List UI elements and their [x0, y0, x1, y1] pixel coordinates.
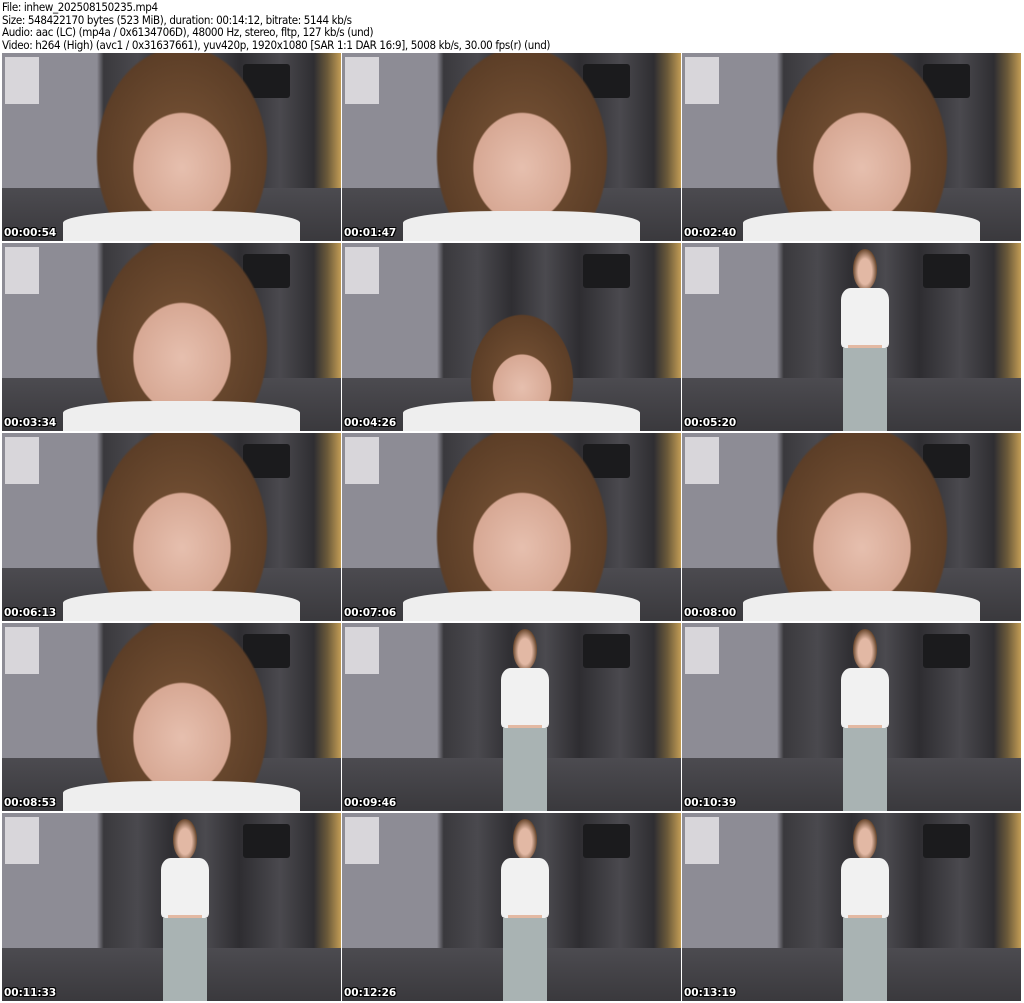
video-thumbnail: 00:04:26 — [342, 243, 681, 431]
wall-art — [5, 816, 40, 864]
timestamp: 00:05:20 — [684, 417, 737, 429]
lamp — [922, 824, 971, 859]
wall-art — [345, 56, 380, 104]
person-figure — [155, 813, 216, 1001]
lamp — [582, 254, 631, 289]
timestamp: 00:00:54 — [4, 227, 57, 239]
lamp — [922, 254, 971, 289]
file-name: File: inhew_202508150235.mp4 — [2, 0, 158, 14]
person-figure — [835, 243, 896, 431]
shirt — [743, 590, 981, 621]
audio-info: Audio: aac (LC) (mp4a / 0x6134706D), 480… — [2, 25, 374, 40]
timestamp: 00:06:13 — [4, 607, 57, 619]
video-thumbnail: 00:00:54 — [2, 53, 341, 241]
video-thumbnail: 00:06:13 — [2, 433, 341, 621]
wall-art — [5, 56, 40, 104]
timestamp: 00:13:19 — [684, 987, 737, 999]
timestamp: 00:09:46 — [344, 797, 397, 809]
wall-art — [5, 436, 40, 484]
video-thumbnail: 00:08:53 — [2, 623, 341, 811]
video-thumbnail: 00:03:34 — [2, 243, 341, 431]
shirt — [403, 210, 641, 241]
video-thumbnail: 00:12:26 — [342, 813, 681, 1001]
thumbnail-grid: 00:00:54 00:01:47 00:02:40 00:03:34 00:04:26… — [2, 53, 1021, 1001]
wall-art — [345, 816, 380, 864]
timestamp: 00:04:26 — [344, 417, 397, 429]
timestamp: 00:02:40 — [684, 227, 737, 239]
wall-art — [685, 626, 720, 674]
shirt — [63, 780, 301, 811]
lamp — [582, 824, 631, 859]
shirt — [63, 590, 301, 621]
video-thumbnail: 00:02:40 — [682, 53, 1021, 241]
wall-art — [685, 816, 720, 864]
lamp — [922, 634, 971, 669]
person-figure — [835, 813, 896, 1001]
lamp — [582, 634, 631, 669]
video-thumbnail: 00:08:00 — [682, 433, 1021, 621]
shirt — [63, 210, 301, 241]
timestamp: 00:11:33 — [4, 987, 57, 999]
wall-art — [345, 436, 380, 484]
timestamp: 00:03:34 — [4, 417, 57, 429]
person-figure — [835, 623, 896, 811]
video-thumbnail: 00:05:20 — [682, 243, 1021, 431]
shirt — [63, 400, 301, 431]
wall-art — [345, 246, 380, 294]
video-info: Video: h264 (High) (avc1 / 0x31637661), … — [2, 37, 551, 52]
wall-art — [5, 246, 40, 294]
timestamp: 00:08:53 — [4, 797, 57, 809]
timestamp: 00:10:39 — [684, 797, 737, 809]
video-thumbnail: 00:11:33 — [2, 813, 341, 1001]
timestamp: 00:08:00 — [684, 607, 737, 619]
person-figure — [495, 623, 556, 811]
shirt — [403, 400, 641, 431]
file-info-header: File: inhew_202508150235.mp4 Size: 54842… — [2, 1, 550, 51]
timestamp: 00:01:47 — [344, 227, 397, 239]
wall-art — [685, 246, 720, 294]
person-figure — [495, 813, 556, 1001]
lamp — [242, 824, 291, 859]
timestamp: 00:12:26 — [344, 987, 397, 999]
video-thumbnail: 00:10:39 — [682, 623, 1021, 811]
video-thumbnail: 00:13:19 — [682, 813, 1021, 1001]
video-thumbnail: 00:01:47 — [342, 53, 681, 241]
wall-art — [5, 626, 40, 674]
shirt — [403, 590, 641, 621]
wall-art — [685, 436, 720, 484]
video-thumbnail: 00:07:06 — [342, 433, 681, 621]
shirt — [743, 210, 981, 241]
wall-art — [685, 56, 720, 104]
timestamp: 00:07:06 — [344, 607, 397, 619]
video-thumbnail: 00:09:46 — [342, 623, 681, 811]
wall-art — [345, 626, 380, 674]
